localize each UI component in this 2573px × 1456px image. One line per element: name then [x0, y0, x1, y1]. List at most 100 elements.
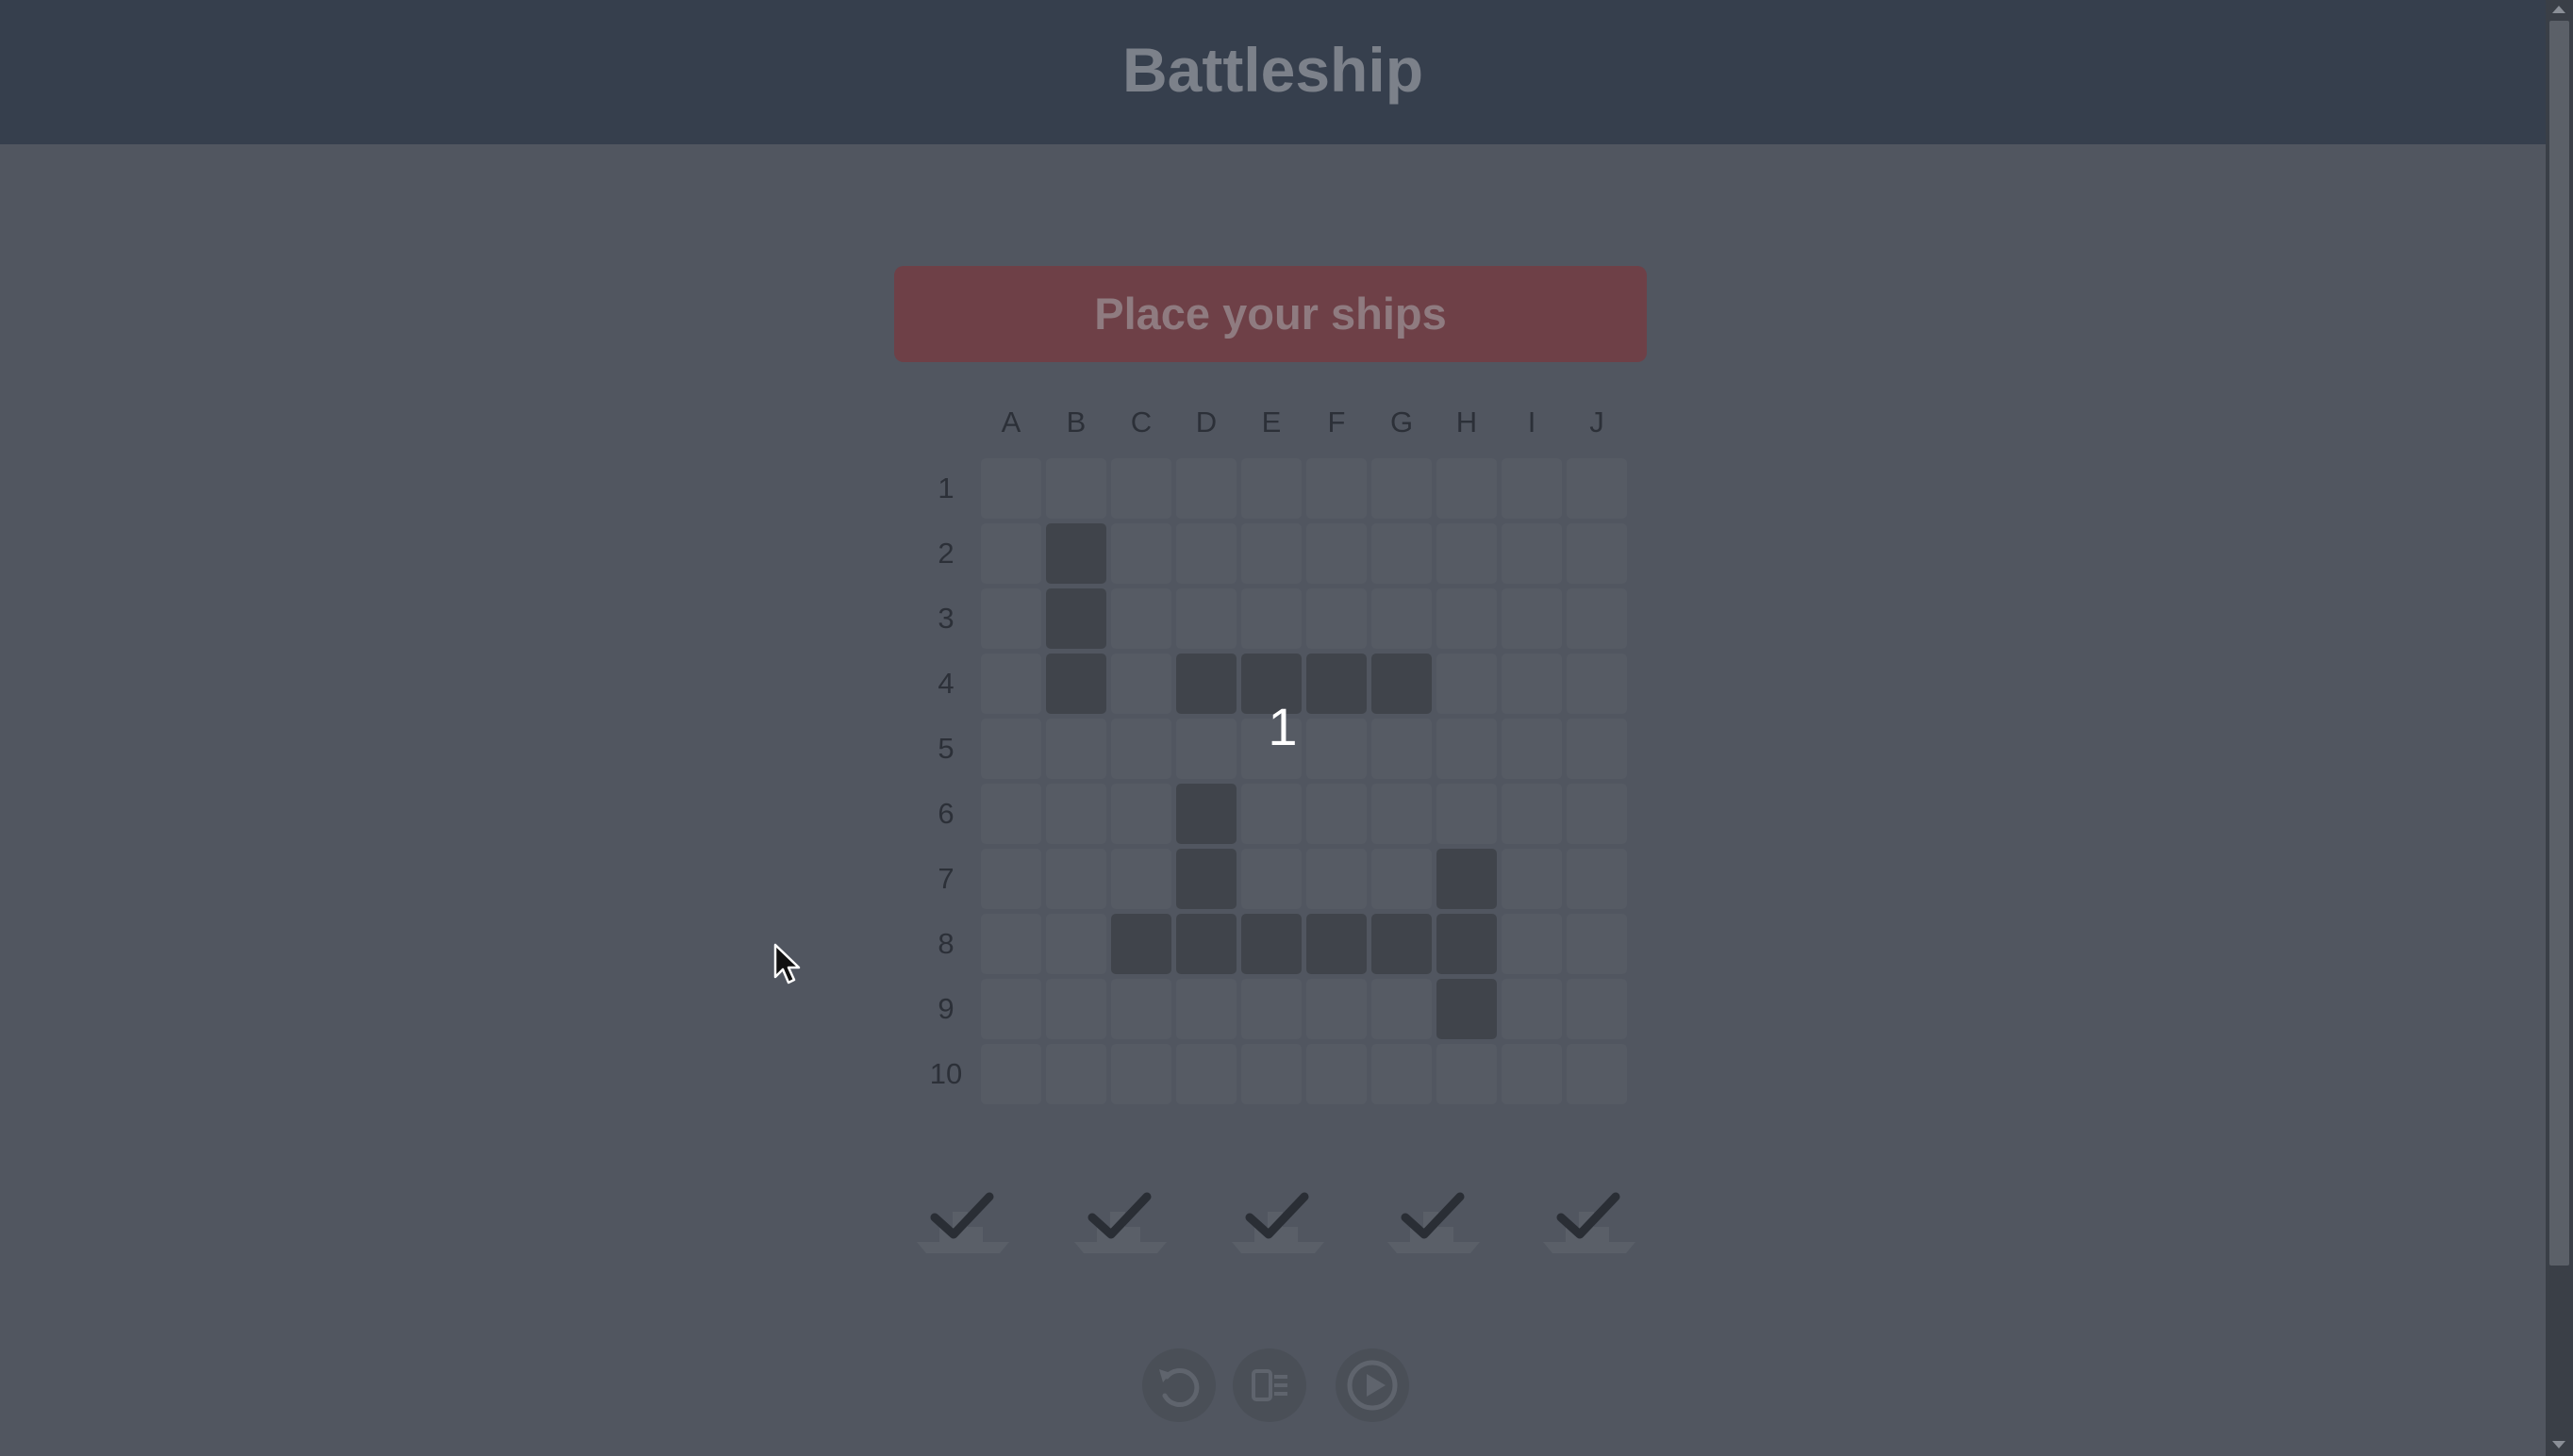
board-cell-c9[interactable]	[1111, 979, 1171, 1039]
board-cell-c3[interactable]	[1111, 588, 1171, 649]
scroll-down-arrow[interactable]	[2552, 1441, 2565, 1448]
board-cell-d7[interactable]	[1176, 849, 1237, 909]
board-cell-i10[interactable]	[1502, 1044, 1562, 1104]
board-cell-h1[interactable]	[1436, 458, 1497, 519]
board-cell-j8[interactable]	[1567, 914, 1627, 974]
board-cell-a2[interactable]	[981, 523, 1041, 584]
board-cell-d2[interactable]	[1176, 523, 1237, 584]
board-cell-c2[interactable]	[1111, 523, 1171, 584]
board-cell-c8[interactable]	[1111, 914, 1171, 974]
board-cell-j6[interactable]	[1567, 784, 1627, 844]
board-cell-h9[interactable]	[1436, 979, 1497, 1039]
board-cell-e10[interactable]	[1241, 1044, 1302, 1104]
board-cell-e1[interactable]	[1241, 458, 1302, 519]
board-cell-d1[interactable]	[1176, 458, 1237, 519]
board-cell-g4[interactable]	[1371, 654, 1432, 714]
scroll-up-arrow[interactable]	[2552, 6, 2565, 13]
board-cell-f7[interactable]	[1306, 849, 1367, 909]
board-cell-c7[interactable]	[1111, 849, 1171, 909]
board-cell-g3[interactable]	[1371, 588, 1432, 649]
board-cell-e9[interactable]	[1241, 979, 1302, 1039]
fleet-ship-4[interactable]	[1382, 1183, 1486, 1268]
board-cell-h6[interactable]	[1436, 784, 1497, 844]
board-cell-a5[interactable]	[981, 719, 1041, 779]
board-cell-b4[interactable]	[1046, 654, 1106, 714]
randomize-button[interactable]	[1233, 1348, 1306, 1422]
board-cell-e7[interactable]	[1241, 849, 1302, 909]
board-cell-g6[interactable]	[1371, 784, 1432, 844]
fleet-ship-3[interactable]	[1226, 1183, 1330, 1268]
board-cell-c6[interactable]	[1111, 784, 1171, 844]
board-cell-g9[interactable]	[1371, 979, 1432, 1039]
reset-button[interactable]	[1142, 1348, 1216, 1422]
board-cell-f1[interactable]	[1306, 458, 1367, 519]
board-cell-a6[interactable]	[981, 784, 1041, 844]
board-cell-i8[interactable]	[1502, 914, 1562, 974]
board-cell-f10[interactable]	[1306, 1044, 1367, 1104]
board-cell-j10[interactable]	[1567, 1044, 1627, 1104]
board-cell-b5[interactable]	[1046, 719, 1106, 779]
board-cell-j1[interactable]	[1567, 458, 1627, 519]
board-cell-j3[interactable]	[1567, 588, 1627, 649]
board-cell-b3[interactable]	[1046, 588, 1106, 649]
board-cell-f3[interactable]	[1306, 588, 1367, 649]
board-cell-b6[interactable]	[1046, 784, 1106, 844]
board-cell-i6[interactable]	[1502, 784, 1562, 844]
board-cell-e8[interactable]	[1241, 914, 1302, 974]
board-cell-i9[interactable]	[1502, 979, 1562, 1039]
board-cell-g10[interactable]	[1371, 1044, 1432, 1104]
board-cell-g2[interactable]	[1371, 523, 1432, 584]
board-cell-g7[interactable]	[1371, 849, 1432, 909]
board-cell-h7[interactable]	[1436, 849, 1497, 909]
board-cell-c4[interactable]	[1111, 654, 1171, 714]
board-cell-b2[interactable]	[1046, 523, 1106, 584]
board-cell-g5[interactable]	[1371, 719, 1432, 779]
fleet-ship-2[interactable]	[1069, 1183, 1172, 1268]
board-cell-b10[interactable]	[1046, 1044, 1106, 1104]
fleet-ship-1[interactable]	[911, 1183, 1015, 1268]
board-cell-j4[interactable]	[1567, 654, 1627, 714]
board-cell-h2[interactable]	[1436, 523, 1497, 584]
board-cell-h3[interactable]	[1436, 588, 1497, 649]
board-cell-f9[interactable]	[1306, 979, 1367, 1039]
board-cell-b9[interactable]	[1046, 979, 1106, 1039]
board-cell-f2[interactable]	[1306, 523, 1367, 584]
board-cell-d5[interactable]	[1176, 719, 1237, 779]
board-cell-h8[interactable]	[1436, 914, 1497, 974]
board-cell-i4[interactable]	[1502, 654, 1562, 714]
board-cell-a3[interactable]	[981, 588, 1041, 649]
board-cell-a1[interactable]	[981, 458, 1041, 519]
board-cell-a10[interactable]	[981, 1044, 1041, 1104]
board-cell-f5[interactable]	[1306, 719, 1367, 779]
board-cell-a9[interactable]	[981, 979, 1041, 1039]
board-cell-i1[interactable]	[1502, 458, 1562, 519]
board-cell-d9[interactable]	[1176, 979, 1237, 1039]
board-cell-j5[interactable]	[1567, 719, 1627, 779]
board-cell-a8[interactable]	[981, 914, 1041, 974]
vertical-scrollbar[interactable]	[2546, 0, 2573, 1456]
board-cell-b8[interactable]	[1046, 914, 1106, 974]
board-cell-d10[interactable]	[1176, 1044, 1237, 1104]
fleet-ship-5[interactable]	[1537, 1183, 1641, 1268]
board-cell-j2[interactable]	[1567, 523, 1627, 584]
board-cell-i5[interactable]	[1502, 719, 1562, 779]
board-cell-a4[interactable]	[981, 654, 1041, 714]
board-cell-b7[interactable]	[1046, 849, 1106, 909]
board-cell-f6[interactable]	[1306, 784, 1367, 844]
board-cell-j7[interactable]	[1567, 849, 1627, 909]
board-cell-d3[interactable]	[1176, 588, 1237, 649]
start-button[interactable]	[1336, 1348, 1409, 1422]
board-cell-i2[interactable]	[1502, 523, 1562, 584]
board-cell-d6[interactable]	[1176, 784, 1237, 844]
board-cell-e6[interactable]	[1241, 784, 1302, 844]
board-cell-b1[interactable]	[1046, 458, 1106, 519]
board-cell-e3[interactable]	[1241, 588, 1302, 649]
board-cell-d8[interactable]	[1176, 914, 1237, 974]
board-cell-f8[interactable]	[1306, 914, 1367, 974]
board-cell-h4[interactable]	[1436, 654, 1497, 714]
board-cell-g8[interactable]	[1371, 914, 1432, 974]
board-cell-i3[interactable]	[1502, 588, 1562, 649]
scroll-thumb[interactable]	[2549, 21, 2569, 1266]
board-cell-a7[interactable]	[981, 849, 1041, 909]
board-cell-c10[interactable]	[1111, 1044, 1171, 1104]
